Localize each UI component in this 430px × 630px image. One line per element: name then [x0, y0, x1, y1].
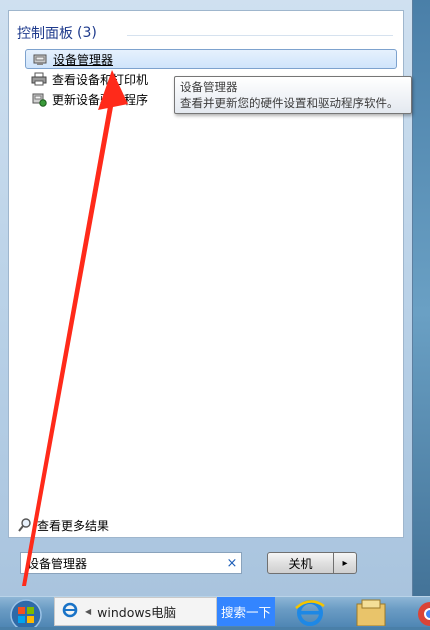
clear-search-icon[interactable]: × [223, 556, 241, 571]
driver-update-icon [31, 91, 47, 107]
chevron-right-icon: ▸ [342, 557, 348, 569]
see-more-results-link[interactable]: 查看更多结果 [17, 516, 109, 534]
dropdown-arrow-icon: ◀ [85, 607, 92, 616]
tooltip-description: 查看并更新您的硬件设置和驱动程序软件。 [180, 96, 399, 110]
explorer-taskbar-icon[interactable] [354, 598, 388, 629]
chrome-taskbar-icon[interactable] [412, 598, 430, 629]
web-search-button[interactable]: 搜索一下 [217, 597, 275, 626]
group-title: 控制面板 [17, 26, 73, 42]
ie-icon [61, 601, 79, 622]
shutdown-options-button[interactable]: ▸ [334, 552, 357, 574]
browser-address-bar[interactable]: ◀ windows电脑 [54, 597, 217, 626]
device-manager-icon [32, 51, 48, 67]
see-more-label: 查看更多结果 [37, 518, 110, 533]
shutdown-button[interactable]: 关机 [267, 552, 334, 574]
result-label: 更新设备驱动程序 [52, 92, 149, 107]
shutdown-control: 关机 ▸ [267, 552, 357, 574]
start-button[interactable] [6, 597, 46, 630]
magnifier-icon [17, 517, 33, 533]
shutdown-label: 关机 [288, 556, 313, 571]
group-count: (3) [77, 25, 97, 41]
group-divider [127, 35, 393, 36]
search-input[interactable]: 设备管理器 × [20, 552, 242, 574]
tooltip-title: 设备管理器 [180, 80, 238, 94]
result-label: 设备管理器 [53, 52, 114, 67]
address-text: windows电脑 [97, 605, 177, 620]
printer-icon [31, 71, 47, 87]
result-device-manager[interactable]: 设备管理器 [25, 49, 397, 69]
search-input-value: 设备管理器 [27, 556, 88, 571]
result-label: 查看设备和打印机 [52, 72, 149, 87]
ie-taskbar-icon[interactable] [292, 598, 328, 629]
device-manager-tooltip: 设备管理器 查看并更新您的硬件设置和驱动程序软件。 [174, 76, 412, 114]
group-header-control-panel[interactable]: 控制面板 (3) [17, 24, 97, 42]
